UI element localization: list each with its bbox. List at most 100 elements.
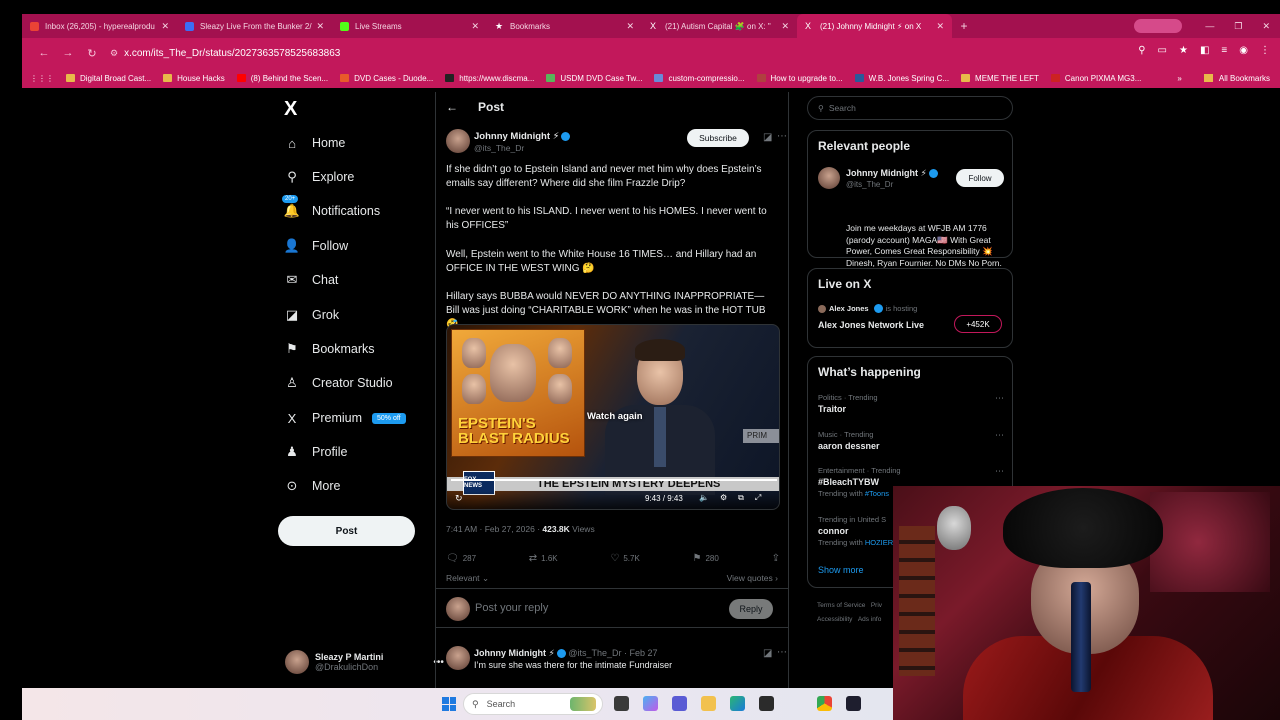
sort-replies-dropdown[interactable]: Relevant ⌄ [446,573,489,584]
gemini-extension-icon[interactable] [1134,19,1182,33]
bookmark-action[interactable]: ⚑ 280 [693,553,719,564]
replay-icon[interactable]: ↻ [455,493,463,504]
minimize-icon[interactable]: — [1205,21,1214,31]
close-tab-icon[interactable]: ✕ [471,21,479,32]
reply-action[interactable]: 🗨 287 [446,553,476,564]
grok-icon[interactable]: ◪ [763,132,772,143]
compose-post-button[interactable]: Post [278,516,415,546]
forward-icon[interactable]: → [56,47,80,59]
grok-icon[interactable]: ◪ [763,648,772,659]
bookmark-item[interactable]: How to upgrade to... [756,74,843,83]
browser-tab[interactable]: Sleazy Live From the Bunker 2/✕ [177,14,332,38]
share-action[interactable]: ⇪ [772,553,780,564]
close-tab-icon[interactable]: ✕ [781,21,789,32]
apps-icon[interactable]: ⋮⋮⋮ [30,74,54,83]
tab-search-icon[interactable]: ≡ [1221,45,1227,56]
more-icon[interactable]: ⋯ [995,466,1004,477]
bookmark-item[interactable]: Canon PIXMA MG3... [1050,74,1141,83]
nav-follow[interactable]: 👤 Follow [284,238,348,254]
taskbar-search[interactable]: ⚲ Search [463,693,603,715]
zoom-icon[interactable]: ⚲ [1138,45,1145,56]
fullscreen-icon[interactable]: ⤢ [755,493,761,503]
file-explorer-icon[interactable] [701,696,716,711]
back-icon[interactable]: ← [32,47,56,59]
close-tab-icon[interactable]: ✕ [626,21,634,32]
more-icon[interactable]: ⋯ [777,647,787,658]
nav-grok[interactable]: ◪ Grok [284,307,339,323]
close-window-icon[interactable]: ✕ [1262,21,1270,32]
x-logo[interactable]: X [284,98,297,121]
close-tab-icon[interactable]: ✕ [936,21,944,32]
nav-creator-studio[interactable]: ♙ Creator Studio [284,375,392,391]
bookmark-item[interactable]: USDM DVD Case Tw... [546,74,642,83]
trend-item[interactable]: Music · Trending aaron dessner ⋯ [818,430,1004,451]
video-progress-bar[interactable] [451,479,777,481]
like-action[interactable]: ♡ 5.7K [610,553,639,564]
teams-icon[interactable] [672,696,687,711]
nav-profile[interactable]: ♟ Profile [284,444,347,460]
more-icon[interactable]: ⋯ [995,393,1004,404]
windows-start-icon[interactable] [442,697,456,711]
copilot-icon[interactable] [643,696,658,711]
bookmark-item[interactable]: custom-compressio... [654,74,745,83]
bookmark-item[interactable]: https://www.discma... [445,74,534,83]
site-info-icon[interactable]: ⚙ [110,48,118,59]
trend-item[interactable]: Politics · Trending Traitor ⋯ [818,393,1004,414]
all-bookmarks-button[interactable]: » All Bookmarks [1177,74,1270,83]
more-icon[interactable]: ⋯ [777,131,787,142]
reload-icon[interactable]: ↻ [80,47,104,60]
video-player[interactable]: EPSTEIN'S BLAST RADIUS PRIM Watch again … [446,324,780,510]
settings-icon[interactable]: ⚙ [720,493,727,503]
author-handle[interactable]: @its_The_Dr [474,143,524,153]
nav-explore[interactable]: ⚲ Explore [284,169,354,185]
nav-chat[interactable]: ✉ Chat [284,272,339,288]
new-tab-button[interactable]: + [952,19,976,33]
avatar[interactable] [446,129,470,153]
subscribe-button[interactable]: Subscribe [687,129,749,147]
chrome-icon[interactable] [817,696,832,711]
show-more-link[interactable]: Show more [818,565,864,575]
avatar[interactable] [446,646,470,670]
store-icon[interactable] [759,696,774,711]
edge-icon[interactable] [730,696,745,711]
close-tab-icon[interactable]: ✕ [161,21,169,32]
volume-icon[interactable]: 🔈 [699,493,709,503]
bookmark-item[interactable]: Digital Broad Cast... [66,74,151,83]
maximize-icon[interactable]: ❐ [1234,21,1242,32]
nav-more[interactable]: ⊙ More [284,478,341,494]
more-icon[interactable]: ⋯ [995,430,1004,441]
back-arrow-icon[interactable]: ← [446,100,458,114]
browser-tab[interactable]: Live Streams ✕ [332,14,487,38]
nav-home[interactable]: ⌂ Home [284,135,345,151]
bookmark-item[interactable]: DVD Cases - Duode... [340,74,433,83]
bookmark-item[interactable]: (8) Behind the Scen... [236,74,328,83]
browser-tab[interactable]: Inbox (26,205) - hyperealprodu ✕ [22,14,177,38]
close-tab-icon[interactable]: ✕ [316,21,324,32]
reply-button[interactable]: Reply [729,599,773,619]
author-name[interactable]: Johnny Midnight ⚡ [474,131,571,142]
account-switcher[interactable]: Sleazy P Martini @DrakulichDon ••• [285,650,444,674]
popout-icon[interactable]: ⧉ [738,493,744,503]
view-quotes-link[interactable]: View quotes › [727,573,778,583]
bookmark-item[interactable]: House Hacks [163,74,225,83]
nav-premium[interactable]: X Premium 50% off [284,410,406,426]
profile-icon[interactable]: ◉ [1239,45,1248,56]
app-icon[interactable] [846,696,861,711]
nav-bookmarks[interactable]: ⚑ Bookmarks [284,341,374,357]
watch-again-button[interactable]: Watch again [587,411,643,422]
bookmark-star-icon[interactable]: ★ [1179,45,1188,56]
bookmark-item[interactable]: W.B. Jones Spring C... [854,74,949,83]
menu-icon[interactable]: ⋮ [1260,45,1270,56]
search-input[interactable]: ⚲ Search [807,96,1013,120]
reply-input[interactable]: Post your reply [475,602,548,614]
repost-action[interactable]: ⇄ 1.6K [529,553,558,564]
bookmark-item[interactable]: MEME THE LEFT [961,74,1039,83]
browser-tab-active[interactable]: X (21) Johnny Midnight ⚡ on X ✕ [797,14,952,38]
live-stream-title[interactable]: Alex Jones Network Live [818,320,924,330]
nav-notifications[interactable]: 🔔 20+ Notifications [282,195,380,219]
task-view-icon[interactable] [614,696,629,711]
cast-icon[interactable]: ▭ [1158,45,1167,56]
extensions-icon[interactable]: ◧ [1200,45,1209,56]
browser-tab[interactable]: ★ Bookmarks ✕ [487,14,642,38]
follow-button[interactable]: Follow [956,169,1004,187]
